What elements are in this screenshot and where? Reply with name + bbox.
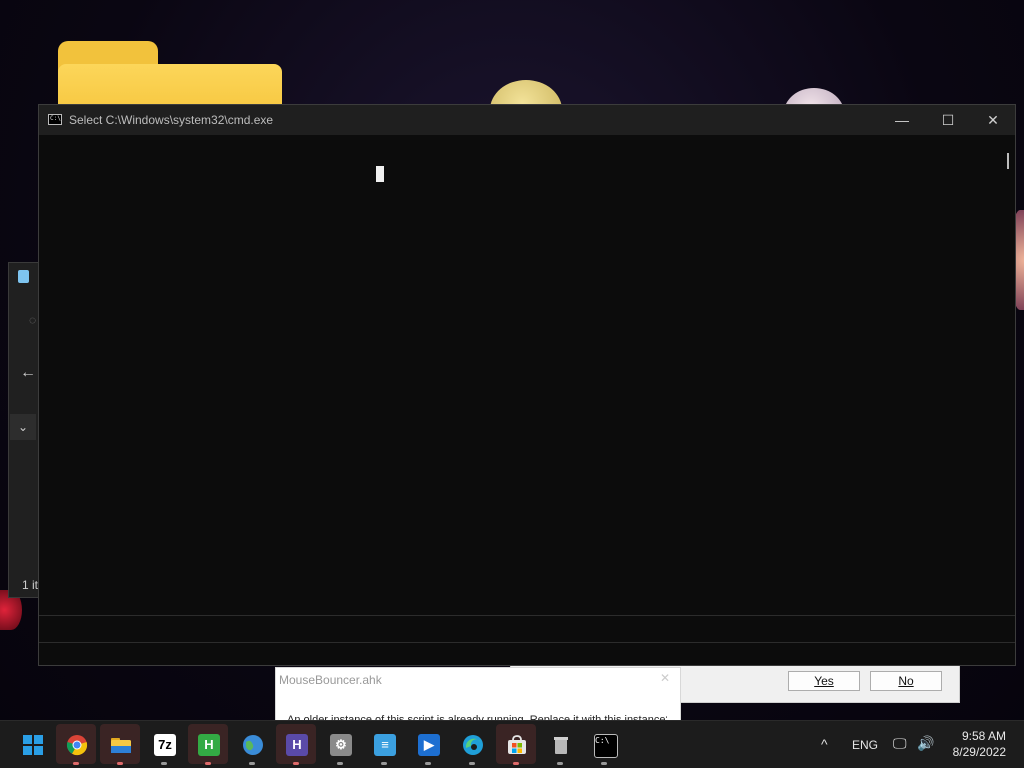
running-indicator bbox=[557, 762, 563, 765]
explorer-status-text: 1 item bbox=[22, 578, 38, 592]
minimize-button[interactable]: — bbox=[879, 105, 925, 135]
taskbar-store-button[interactable] bbox=[496, 724, 536, 765]
no-button[interactable]: No bbox=[870, 671, 942, 691]
settings-icon: ⚙ bbox=[330, 734, 352, 756]
running-indicator bbox=[73, 762, 79, 765]
store-icon bbox=[506, 734, 528, 756]
hoster-icon: H bbox=[198, 734, 220, 756]
language-indicator[interactable]: ENG bbox=[852, 738, 878, 752]
browser-globe-icon bbox=[242, 734, 264, 756]
running-indicator bbox=[469, 762, 475, 765]
terminal-icon: C:\ bbox=[594, 734, 618, 758]
window-title: Select C:\Windows\system32\cmd.exe bbox=[69, 113, 274, 127]
notepad-icon: ≡ bbox=[374, 734, 396, 756]
text-cursor bbox=[376, 166, 384, 182]
scrollbar-thumb[interactable] bbox=[1007, 153, 1009, 169]
taskbar-h-app-button[interactable]: H bbox=[276, 724, 316, 765]
taskbar-file-explorer-button[interactable] bbox=[100, 724, 140, 765]
taskbar-hoster-button[interactable]: H bbox=[188, 724, 228, 765]
media-player-icon: ▶ bbox=[418, 734, 440, 756]
chevron-down-icon[interactable]: ⌄ bbox=[10, 414, 36, 440]
edge-icon bbox=[462, 734, 484, 756]
taskbar-start-button-button[interactable] bbox=[12, 724, 52, 764]
horizontal-scroll-area[interactable] bbox=[39, 616, 1015, 642]
running-indicator bbox=[381, 762, 387, 765]
explorer-window-icon bbox=[18, 270, 29, 283]
maximize-button[interactable]: ☐ bbox=[925, 105, 971, 135]
back-arrow-icon[interactable]: ← bbox=[20, 364, 36, 382]
recycle-bin-icon bbox=[550, 734, 572, 756]
running-indicator bbox=[425, 762, 431, 765]
taskbar-edge-button[interactable] bbox=[452, 724, 492, 765]
cmd-titlebar[interactable]: C:\ Select C:\Windows\system32\cmd.exe —… bbox=[39, 105, 1015, 135]
cmd-window[interactable]: C:\ Select C:\Windows\system32\cmd.exe —… bbox=[38, 104, 1016, 666]
running-indicator bbox=[249, 762, 255, 765]
h-app-icon: H bbox=[286, 734, 308, 756]
taskbar-chrome-button[interactable] bbox=[56, 724, 96, 765]
network-icon[interactable]: 🖵 bbox=[893, 735, 907, 752]
yes-button[interactable]: Yes bbox=[788, 671, 860, 691]
dialog-title: MouseBouncer.ahk bbox=[279, 673, 382, 687]
chrome-icon bbox=[66, 734, 88, 756]
close-button[interactable]: ✕ bbox=[970, 105, 1016, 135]
clock-date[interactable]: 8/29/2022 bbox=[944, 745, 1006, 759]
taskbar-recycle-bin-button[interactable] bbox=[540, 724, 580, 765]
show-hidden-icons-chevron[interactable]: ^ bbox=[821, 736, 828, 752]
running-indicator bbox=[337, 762, 343, 765]
running-indicator bbox=[293, 762, 299, 765]
console-output-area[interactable] bbox=[39, 135, 1001, 615]
taskbar-notepad-button[interactable]: ≡ bbox=[364, 724, 404, 765]
vertical-scrollbar[interactable] bbox=[1001, 135, 1015, 615]
taskbar-browser-globe-button[interactable] bbox=[232, 724, 272, 765]
running-indicator bbox=[161, 762, 167, 765]
7zip-icon: 7z bbox=[154, 734, 176, 756]
running-indicator bbox=[117, 762, 123, 765]
taskbar-media-player-button[interactable]: ▶ bbox=[408, 724, 448, 765]
taskbar-terminal-button[interactable]: C:\ bbox=[584, 724, 624, 765]
running-indicator bbox=[513, 762, 519, 765]
cmd-icon: C:\ bbox=[48, 114, 62, 125]
running-indicator bbox=[601, 762, 607, 765]
taskbar-settings-button[interactable]: ⚙ bbox=[320, 724, 360, 765]
file-explorer-icon bbox=[110, 734, 132, 756]
taskbar-7zip-button[interactable]: 7z bbox=[144, 724, 184, 765]
volume-icon[interactable]: 🔊 bbox=[917, 735, 934, 752]
running-indicator bbox=[205, 762, 211, 765]
search-icon[interactable]: ◌ bbox=[29, 313, 36, 327]
clock-time[interactable]: 9:58 AM bbox=[950, 729, 1006, 743]
close-icon[interactable]: ✕ bbox=[660, 671, 670, 685]
divider bbox=[39, 642, 1015, 643]
start-button-icon bbox=[22, 734, 44, 756]
